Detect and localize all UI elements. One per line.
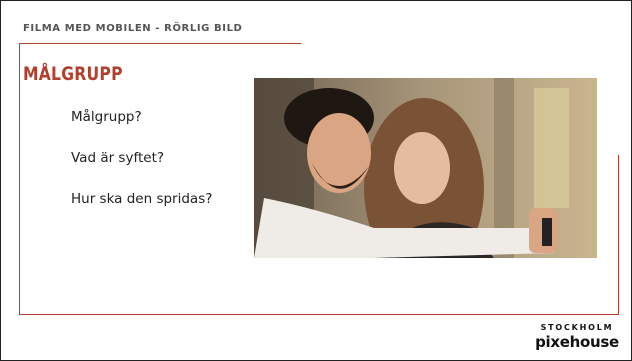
slide-title: MÅLGRUPP	[23, 63, 123, 85]
pixehouse-logo: STOCKHOLM pixehouse	[533, 323, 621, 351]
divider-right	[618, 155, 619, 315]
photo-couple-with-phone	[254, 78, 597, 258]
slide-header: FILMA MED MOBILEN - RÖRLIG BILD	[23, 23, 243, 34]
divider-top	[19, 43, 301, 44]
bullet-item: Målgrupp?	[71, 109, 142, 125]
bullet-item: Vad är syftet?	[71, 150, 165, 166]
slide: FILMA MED MOBILEN - RÖRLIG BILD MÅLGRUPP…	[0, 0, 632, 361]
divider-left	[19, 43, 20, 314]
divider-bottom	[19, 314, 619, 315]
bullet-list: Målgrupp? Vad är syftet? Hur ska den spr…	[71, 107, 212, 230]
bullet-item: Hur ska den spridas?	[71, 191, 213, 207]
logo-brand: pixehouse	[535, 333, 619, 351]
logo-city: STOCKHOLM	[540, 323, 614, 332]
